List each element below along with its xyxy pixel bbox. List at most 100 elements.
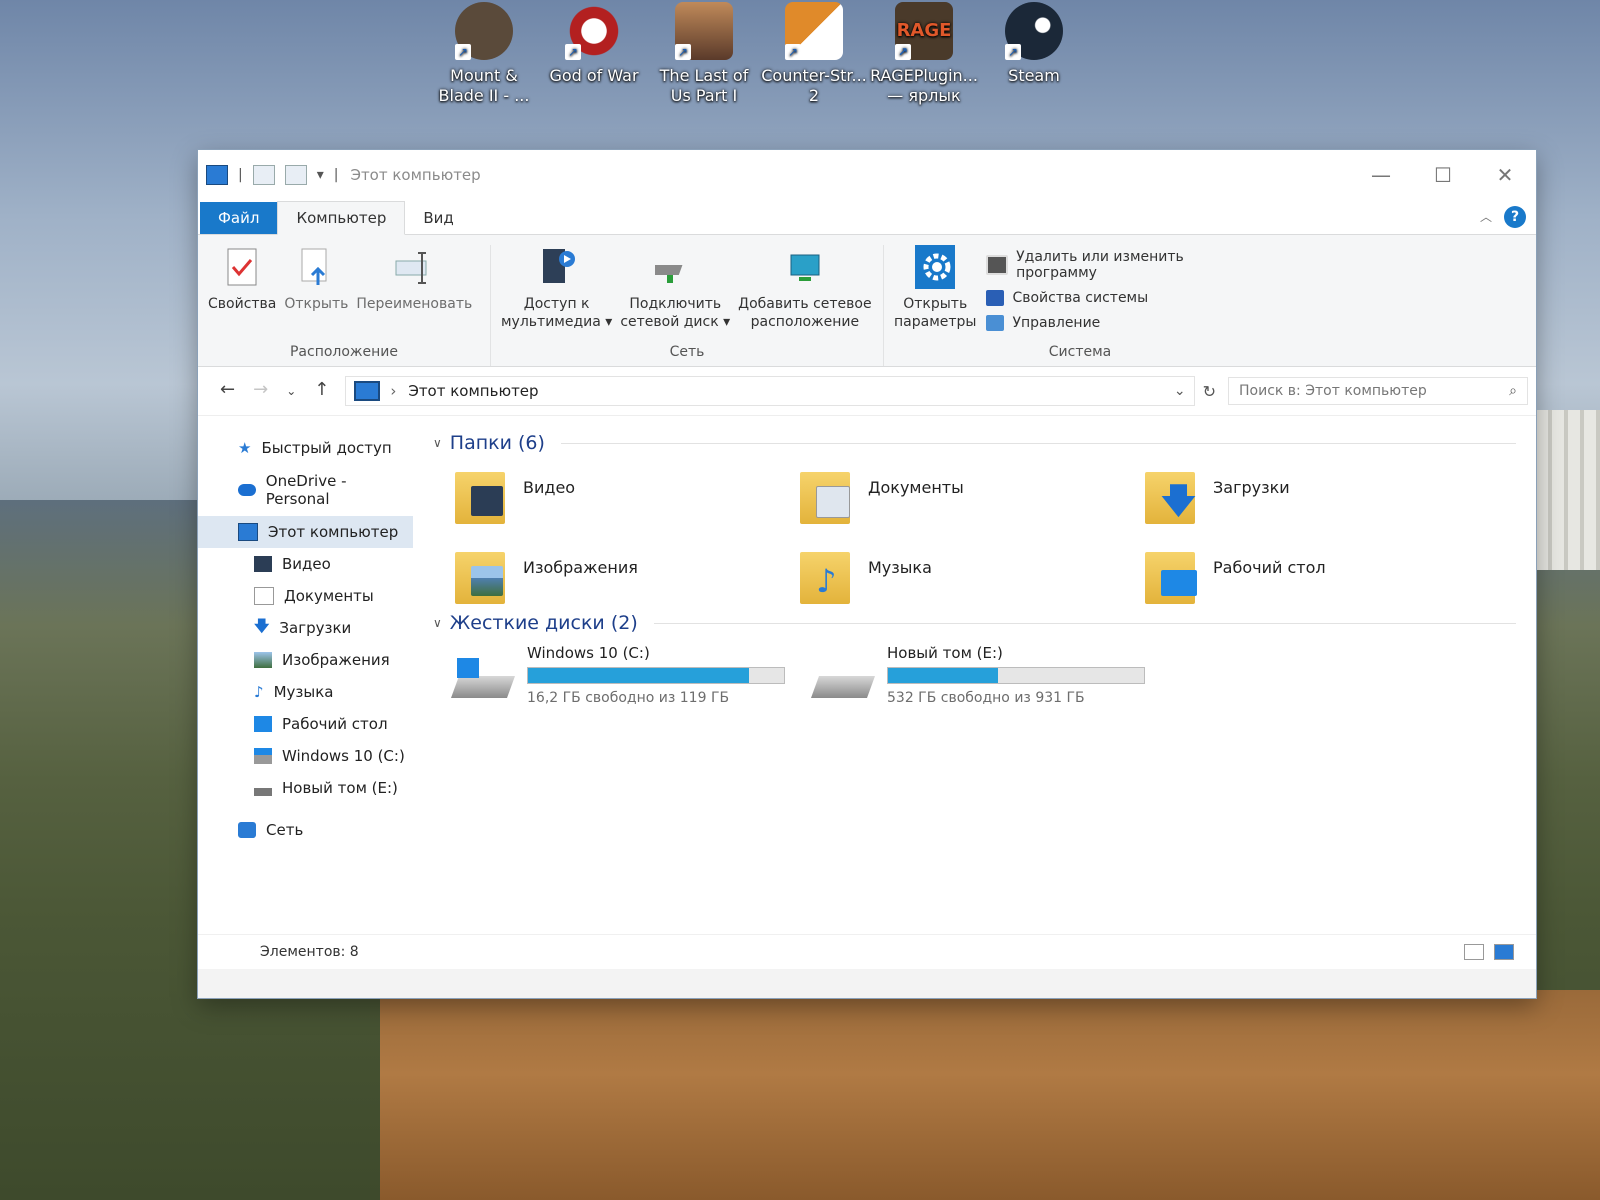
sidebar-item-drive-e[interactable]: Новый том (E:) xyxy=(198,772,413,804)
back-arrow-icon[interactable]: ← xyxy=(220,379,235,403)
address-bar[interactable]: › Этот компьютер ⌄ xyxy=(345,376,1195,406)
desktop-icon-steam[interactable]: Steam xyxy=(980,0,1088,106)
customize-toolbar-icon[interactable]: ▾ xyxy=(317,167,324,183)
chevron-down-icon[interactable]: ∨ xyxy=(433,616,442,630)
music-note-icon: ♪ xyxy=(254,683,264,701)
network-icon xyxy=(238,822,256,838)
breadcrumb-this-pc[interactable]: Этот компьютер xyxy=(408,382,538,400)
separator: | xyxy=(333,167,339,183)
sidebar-item-onedrive[interactable]: OneDrive - Personal xyxy=(198,472,413,508)
sidebar-item-music[interactable]: ♪ Музыка xyxy=(198,676,413,708)
navigation-pane: ★ Быстрый доступ OneDrive - Personal Это… xyxy=(198,416,413,934)
ribbon-tabs: Файл Компьютер Вид ︿ ? xyxy=(198,200,1536,235)
last-of-us-icon xyxy=(675,2,733,60)
sidebar-item-downloads[interactable]: 🡇 Загрузки xyxy=(198,612,413,644)
pictures-folder-icon xyxy=(455,544,509,604)
item-count: Элементов: 8 xyxy=(260,944,359,960)
folder-videos[interactable]: Видео xyxy=(455,464,800,530)
system-properties-icon xyxy=(986,290,1005,306)
breadcrumb-chevron-icon[interactable]: › xyxy=(390,382,396,400)
sidebar-item-network[interactable]: Сеть xyxy=(198,814,413,846)
ribbon-group-location: Свойства Открыть Переименовать Расположе… xyxy=(198,245,491,366)
drive-c[interactable]: Windows 10 (C:) 16,2 ГБ свободно из 119 … xyxy=(450,644,785,706)
window-title: Этот компьютер xyxy=(350,166,481,184)
drive-c-usage-bar xyxy=(527,667,785,684)
minimize-button[interactable]: — xyxy=(1350,163,1412,187)
tab-file[interactable]: Файл xyxy=(200,202,278,234)
sidebar-item-quick-access[interactable]: ★ Быстрый доступ xyxy=(198,432,413,464)
folder-pictures[interactable]: Изображения xyxy=(455,544,800,610)
collapse-ribbon-icon[interactable]: ︿ xyxy=(1480,208,1492,225)
folder-music[interactable]: ♪ Музыка xyxy=(800,544,1145,610)
drives-section-header[interactable]: ∨ Жесткие диски (2) xyxy=(433,612,1516,634)
sidebar-item-pictures[interactable]: Изображения xyxy=(198,644,413,676)
open-button[interactable]: Открыть xyxy=(280,245,352,344)
address-history-icon[interactable]: ⌄ xyxy=(1174,383,1186,399)
drive-e-name: Новый том (E:) xyxy=(887,644,1003,662)
desktop-icon-rageplugin[interactable]: RAGE RAGEPlugin... — ярлык xyxy=(870,0,978,106)
details-view-icon[interactable] xyxy=(1464,944,1484,960)
quick-access-toolbar: | ▾ | xyxy=(206,165,338,185)
search-input[interactable]: Поиск в: Этот компьютер ⌕ xyxy=(1228,377,1528,405)
media-server-icon xyxy=(537,245,577,289)
network-location-icon xyxy=(785,245,825,289)
star-icon: ★ xyxy=(238,439,252,457)
tab-view[interactable]: Вид xyxy=(405,202,471,234)
sidebar-item-videos[interactable]: Видео xyxy=(198,548,413,580)
chevron-down-icon[interactable]: ∨ xyxy=(433,436,442,450)
desktop-icon-last-of-us[interactable]: The Last of Us Part I xyxy=(650,0,758,106)
media-access-button[interactable]: Доступ к мультимедиа ▾ xyxy=(497,245,616,344)
title-bar[interactable]: | ▾ | Этот компьютер — ☐ ✕ xyxy=(198,150,1536,200)
add-network-location-button[interactable]: Добавить сетевое расположение xyxy=(734,245,875,344)
folders-section-header[interactable]: ∨ Папки (6) xyxy=(433,432,1516,454)
desktop-icon xyxy=(254,716,272,732)
windows-drive-icon xyxy=(254,748,272,764)
programs-icon xyxy=(986,255,1009,275)
sidebar-item-this-pc[interactable]: Этот компьютер xyxy=(198,516,413,548)
ribbon-group-network: Доступ к мультимедиа ▾ Подключить сетево… xyxy=(491,245,884,366)
properties-button[interactable]: Свойства xyxy=(204,245,280,344)
folder-documents[interactable]: Документы xyxy=(800,464,1145,530)
folder-desktop[interactable]: Рабочий стол xyxy=(1145,544,1490,610)
open-icon xyxy=(296,245,336,289)
ribbon-group-label: Система xyxy=(1048,344,1112,360)
open-settings-button[interactable]: Открыть параметры xyxy=(890,245,980,344)
desktop-icon-mount-blade[interactable]: Mount & Blade II - ... xyxy=(430,0,538,106)
refresh-icon[interactable]: ↻ xyxy=(1203,382,1216,401)
desktop-icons: Mount & Blade II - ... God of War The La… xyxy=(430,0,1088,106)
new-folder-quick-icon[interactable] xyxy=(284,165,307,185)
drive-icon xyxy=(810,662,876,706)
sidebar-item-desktop[interactable]: Рабочий стол xyxy=(198,708,413,740)
map-network-drive-button[interactable]: Подключить сетевой диск ▾ xyxy=(616,245,734,344)
close-button[interactable]: ✕ xyxy=(1474,163,1536,187)
status-bar: Элементов: 8 xyxy=(198,934,1536,969)
search-icon: ⌕ xyxy=(1509,383,1517,399)
video-folder-icon xyxy=(455,464,509,524)
mount-blade-icon xyxy=(455,2,513,60)
sidebar-item-drive-c[interactable]: Windows 10 (C:) xyxy=(198,740,413,772)
video-icon xyxy=(254,556,272,572)
manage-button[interactable]: Управление xyxy=(986,315,1264,331)
drive-e-usage-bar xyxy=(887,667,1145,684)
counter-strike-icon xyxy=(785,2,843,60)
properties-quick-icon[interactable] xyxy=(252,165,275,185)
folder-downloads[interactable]: 🡇 Загрузки xyxy=(1145,464,1490,530)
help-icon[interactable]: ? xyxy=(1504,206,1526,228)
desktop-icon-counter-strike[interactable]: Counter-Str... 2 xyxy=(760,0,868,106)
document-icon xyxy=(254,587,274,605)
rename-icon xyxy=(394,245,434,289)
uninstall-program-button[interactable]: Удалить или изменить программу xyxy=(986,249,1264,281)
forward-arrow-icon[interactable]: → xyxy=(253,379,268,403)
desktop-icon-god-of-war[interactable]: God of War xyxy=(540,0,648,106)
system-properties-button[interactable]: Свойства системы xyxy=(986,290,1264,306)
rename-button[interactable]: Переименовать xyxy=(352,245,476,344)
recent-locations-icon[interactable]: ⌄ xyxy=(286,379,296,403)
tab-computer[interactable]: Компьютер xyxy=(277,201,406,235)
drive-c-free-space: 16,2 ГБ свободно из 119 ГБ xyxy=(527,690,730,706)
maximize-button[interactable]: ☐ xyxy=(1412,163,1474,187)
large-icons-view-icon[interactable] xyxy=(1494,944,1514,960)
separator: | xyxy=(238,167,243,183)
up-arrow-icon[interactable]: ↑ xyxy=(314,379,329,403)
sidebar-item-documents[interactable]: Документы xyxy=(198,580,413,612)
drive-e[interactable]: Новый том (E:) 532 ГБ свободно из 931 ГБ xyxy=(810,644,1145,706)
